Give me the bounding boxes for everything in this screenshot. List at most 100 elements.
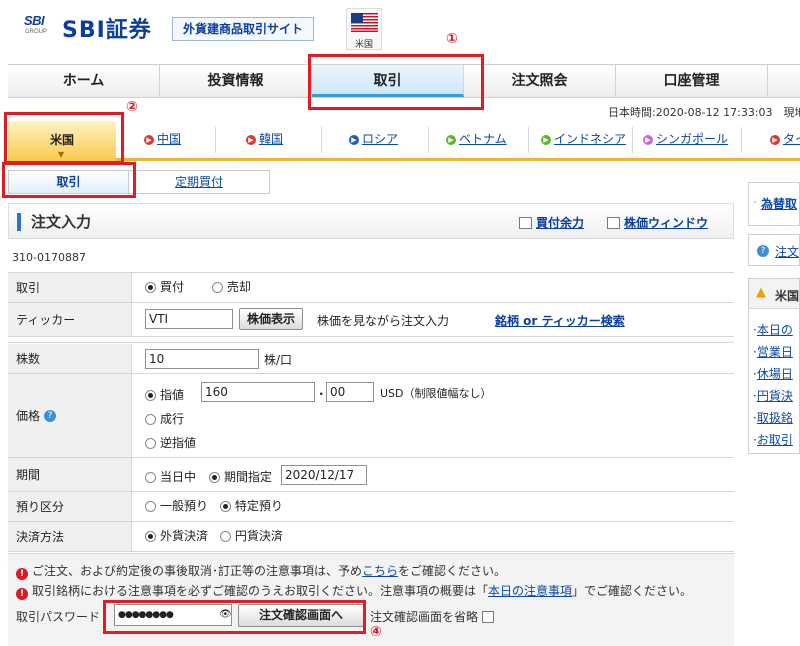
buying-power-link[interactable]: 買付余力 — [519, 214, 584, 231]
row-custody: 預り区分 一般預り 特定預り — [8, 492, 734, 522]
country-tab-korea[interactable]: ▶ 韓国 — [246, 121, 283, 158]
custody-general-radio[interactable]: 一般預り — [145, 499, 208, 513]
section-gap — [8, 337, 734, 343]
sbi-logo-mark: SBI GROUP — [24, 13, 54, 41]
price-limit-radio[interactable]: 指値 — [145, 386, 184, 403]
tab-divider — [632, 127, 633, 153]
country-tab-label[interactable]: タイ — [783, 132, 800, 146]
side-link-holiday[interactable]: ·休場日 — [753, 365, 793, 382]
nav-account[interactable]: 口座管理 — [616, 65, 768, 97]
row-price: 価格? 指値 160 . 00 USD（制限値幅なし） 成行 逆指値 — [8, 374, 734, 458]
callout-number-1: ① — [446, 31, 458, 47]
side-link-label[interactable]: 取扱銘 — [757, 411, 793, 425]
settle-fx-radio[interactable]: 外貨決済 — [145, 529, 208, 543]
skip-confirm-checkbox[interactable] — [482, 611, 495, 623]
price-market-radio[interactable]: 成行 — [145, 410, 184, 427]
country-tab-indonesia[interactable]: ▶ インドネシア — [541, 121, 626, 158]
settle-jpy-radio[interactable]: 円貨決済 — [219, 529, 283, 543]
tab-divider — [321, 127, 322, 153]
country-tab-label[interactable]: シンガポール — [656, 132, 728, 146]
side-link-label[interactable]: 円貨決 — [757, 389, 793, 403]
shares-input[interactable]: 10 — [145, 349, 259, 369]
price-stop-radio[interactable]: 逆指値 — [145, 434, 196, 451]
side-link-business-day[interactable]: ·営業日 — [753, 343, 793, 360]
callout-number-2: ② — [126, 99, 138, 115]
period-specify-radio[interactable]: 期間指定 — [209, 468, 272, 485]
calculator-icon — [519, 217, 532, 229]
bullet: · — [753, 195, 757, 209]
nav-investment-info[interactable]: 投資情報 — [160, 65, 312, 97]
row-period: 期間 当日中 期間指定 2020/12/17 — [8, 458, 734, 492]
custody-specific-radio[interactable]: 特定預り — [219, 499, 283, 513]
us-flag-icon — [351, 13, 378, 32]
help-icon: ? — [757, 245, 769, 257]
period-today-label: 当日中 — [160, 470, 197, 484]
period-today-radio[interactable]: 当日中 — [145, 468, 196, 485]
subtab-regular-purchase[interactable]: 定期買付 — [129, 171, 269, 193]
country-tab-singapore[interactable]: ▶ シンガポール — [643, 121, 728, 158]
ticker-search-link[interactable]: 銘柄 or ティッカー検索 — [495, 312, 625, 329]
tab-divider — [215, 127, 216, 153]
row-trade: 取引 買付 売却 — [8, 273, 734, 303]
notice-1-text-end: をご確認ください。 — [398, 564, 507, 578]
side-link-label[interactable]: 休場日 — [757, 367, 793, 381]
skip-confirm-option[interactable]: 注文確認画面を省略 — [370, 608, 495, 625]
callout-box-1 — [308, 54, 484, 110]
country-tab-vietnam[interactable]: ▶ ベトナム — [446, 121, 507, 158]
site-name-badge: 外貨建商品取引サイト — [172, 17, 314, 41]
period-cell: 当日中 期間指定 2020/12/17 — [133, 458, 734, 491]
settlement-label: 決済方法 — [8, 522, 132, 551]
trade-cell: 買付 売却 — [133, 273, 734, 302]
buying-power-label: 買付余力 — [536, 216, 585, 230]
country-tabs: 米国 ▼ ▶ 中国 ▶ 韓国 ▶ ロシア ▶ ベトナム ▶ インドネシア ▶ シンガポール … — [8, 121, 800, 161]
trade-sell-radio[interactable]: 売却 — [211, 280, 251, 294]
period-date-input[interactable]: 2020/12/17 — [281, 465, 367, 485]
custody-cell: 一般預り 特定預り — [133, 492, 734, 521]
side-link-handled-stocks[interactable]: ·取扱銘 — [753, 409, 793, 426]
price-label-cell: 価格? — [8, 374, 132, 457]
ticker-input[interactable]: VTI — [145, 309, 233, 329]
side-link-label[interactable]: 本日の — [757, 323, 793, 337]
notice-1-link[interactable]: こちら — [362, 564, 398, 578]
todays-notes-link[interactable]: 本日の注意事項 — [488, 584, 572, 598]
shares-cell: 10 株/口 — [133, 344, 734, 373]
country-switch-us[interactable]: 米国 — [346, 8, 382, 50]
warning-triangle-icon: ▲ — [756, 285, 766, 300]
trade-buy-radio[interactable]: 買付 — [145, 280, 184, 294]
price-integer-input[interactable]: 160 — [201, 382, 315, 402]
price-stop-label: 逆指値 — [160, 436, 197, 450]
price-window-link[interactable]: 株価ウィンドウ — [607, 214, 708, 231]
radio-unchecked-icon — [211, 282, 223, 293]
brand-logo[interactable]: SBI証券 — [62, 12, 152, 44]
country-tab-label[interactable]: インドネシア — [554, 132, 626, 146]
country-tab-label[interactable]: 中国 — [157, 132, 181, 146]
fx-link[interactable]: 為替取 — [761, 195, 797, 212]
help-icon[interactable]: ? — [44, 409, 57, 422]
notice-1: ! ご注文、および約定後の事後取消･訂正等の注意事項は、予めこちらをご確認ください… — [16, 562, 506, 580]
price-decimal-input[interactable]: 00 — [326, 382, 374, 402]
stock-price-button[interactable]: 株価表示 — [239, 308, 303, 330]
country-tab-label[interactable]: ベトナム — [459, 132, 507, 146]
password-label: 取引パスワード — [16, 610, 101, 624]
side-link-jpy-settlement[interactable]: ·円貨決 — [753, 387, 793, 404]
order-help-link[interactable]: 注文 — [775, 243, 799, 260]
nav-order-inquiry[interactable]: 注文照会 — [464, 65, 616, 97]
logo-mark-text: SBI — [24, 13, 45, 28]
chart-icon — [607, 217, 620, 229]
country-tab-label[interactable]: ロシア — [362, 132, 398, 146]
side-link-label[interactable]: 営業日 — [757, 345, 793, 359]
country-tab-thailand[interactable]: ▶タイ — [770, 121, 800, 158]
tab-divider — [741, 127, 742, 153]
country-tab-china[interactable]: ▶ 中国 — [144, 121, 181, 158]
arrow-right-icon: ▶ — [541, 134, 551, 145]
side-link-today[interactable]: ·本日の — [753, 321, 793, 338]
price-unit: USD（制限値幅なし） — [380, 387, 492, 400]
country-tab-label[interactable]: 韓国 — [259, 132, 283, 146]
callout-box-4 — [103, 600, 366, 634]
country-tab-russia[interactable]: ▶ ロシア — [349, 121, 398, 158]
nav-home[interactable]: ホーム — [8, 65, 160, 97]
row-shares: 株数 10 株/口 — [8, 344, 734, 374]
callout-box-3 — [2, 162, 136, 198]
side-link-trading[interactable]: ·お取引 — [753, 431, 793, 448]
side-link-label[interactable]: お取引 — [757, 433, 793, 447]
